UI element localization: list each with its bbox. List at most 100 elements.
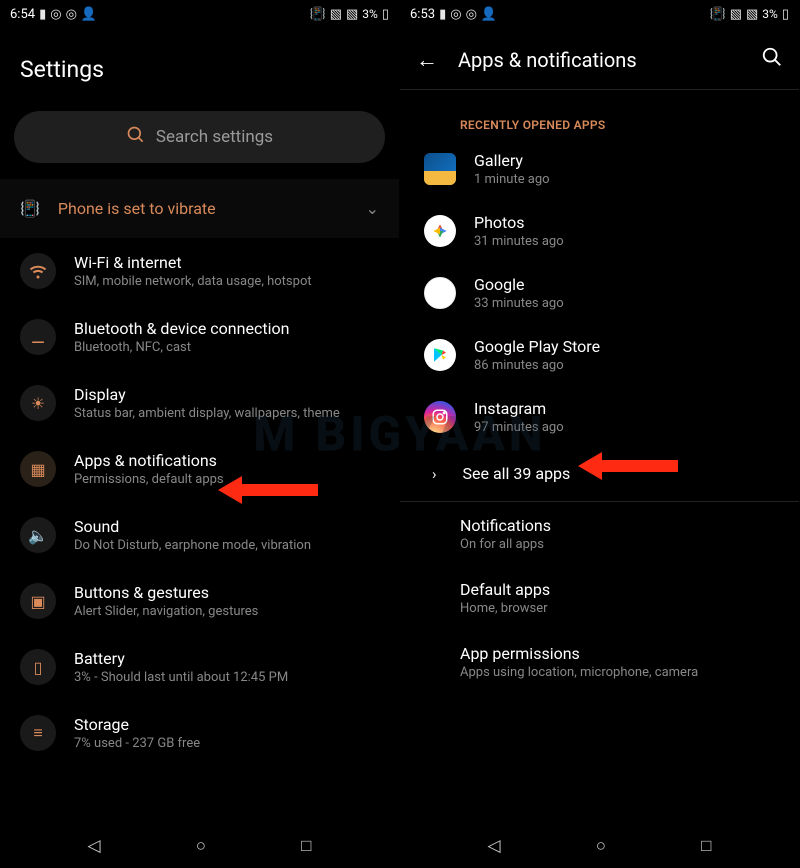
- item-sub: 3% - Should last until about 12:45 PM: [74, 670, 288, 685]
- person-icon: 👤: [81, 7, 97, 22]
- nav-recent-icon[interactable]: □: [701, 836, 711, 856]
- item-title: Apps & notifications: [74, 451, 224, 470]
- app-sub: 33 minutes ago: [474, 296, 564, 311]
- chevron-down-icon: ⌄: [366, 199, 379, 218]
- apps-icon: ▦: [20, 451, 56, 487]
- app-name: Instagram: [474, 399, 564, 418]
- vibrate-banner[interactable]: 📳 Phone is set to vibrate ⌄: [0, 179, 399, 238]
- item-sub: Bluetooth, NFC, cast: [74, 340, 289, 355]
- item-sub: Permissions, default apps: [74, 472, 224, 487]
- instagram-notif-icon: ◎: [66, 7, 77, 22]
- app-row-instagram[interactable]: Instagram 97 minutes ago: [400, 386, 799, 448]
- nav-home-icon[interactable]: ○: [196, 836, 206, 856]
- nav-bar: ◁ ○ □: [0, 824, 399, 868]
- item-title: Display: [74, 385, 340, 404]
- clock-time: 6:53: [410, 7, 435, 22]
- app-row-playstore[interactable]: Google Play Store86 minutes ago: [400, 324, 799, 386]
- sound-icon: 🔈: [20, 517, 56, 553]
- settings-item-wifi[interactable]: Wi-Fi & internet SIM, mobile network, dat…: [0, 238, 399, 304]
- banner-text: Phone is set to vibrate: [58, 199, 216, 218]
- settings-item-apps[interactable]: ▦ Apps & notifications Permissions, defau…: [0, 436, 399, 502]
- settings-list: Wi-Fi & internet SIM, mobile network, dat…: [0, 238, 399, 824]
- page-title: Settings: [0, 28, 399, 103]
- status-bar: 6:53 ▮ ◎ ◎ 👤 📳 ▧ ▧ 3% ▯: [400, 0, 799, 28]
- no-sim-icon: ▧: [346, 7, 358, 22]
- instagram-notif-icon: ◎: [466, 7, 477, 22]
- settings-screen: 6:54 ▮ ◎ ◎ 👤 📳 ▧ ▧ 3% ▯ Settings Search …: [0, 0, 400, 868]
- gallery-app-icon: [424, 153, 456, 185]
- wifi-icon: [20, 253, 56, 289]
- item-sub: Do Not Disturb, earphone mode, vibration: [74, 538, 311, 553]
- settings-item-storage[interactable]: ≡ Storage 7% used - 237 GB free: [0, 700, 399, 766]
- photos-app-icon: [424, 215, 456, 247]
- battery-percent: 3%: [762, 7, 778, 21]
- appbar-title: Apps & notifications: [458, 48, 741, 72]
- option-title: App permissions: [460, 644, 779, 663]
- search-input[interactable]: Search settings: [14, 111, 385, 163]
- item-title: Wi-Fi & internet: [74, 253, 312, 272]
- option-sub: Apps using location, microphone, camera: [460, 665, 779, 680]
- nav-back-icon[interactable]: ◁: [488, 836, 501, 856]
- item-sub: 7% used - 237 GB free: [74, 736, 200, 751]
- app-sub: 97 minutes ago: [474, 420, 564, 435]
- nav-home-icon[interactable]: ○: [596, 836, 606, 856]
- option-default-apps[interactable]: Default apps Home, browser: [400, 566, 799, 630]
- settings-item-bluetooth[interactable]: ⚊ Bluetooth & device connection Bluetooth…: [0, 304, 399, 370]
- option-app-permissions[interactable]: App permissions Apps using location, mic…: [400, 630, 799, 694]
- search-button[interactable]: [761, 46, 783, 73]
- battery-saver-icon: ▮: [439, 7, 446, 22]
- nav-bar: ◁ ○ □: [400, 824, 799, 868]
- app-row-photos[interactable]: Photos31 minutes ago: [400, 200, 799, 262]
- settings-item-display[interactable]: ☀ Display Status bar, ambient display, wa…: [0, 370, 399, 436]
- app-bar: ← Apps & notifications: [400, 28, 799, 90]
- app-sub: 31 minutes ago: [474, 234, 564, 249]
- battery-percent: 3%: [362, 7, 378, 21]
- no-sim-icon: ▧: [730, 7, 742, 22]
- vibrate-icon: 📳: [710, 7, 726, 22]
- settings-item-sound[interactable]: 🔈 Sound Do Not Disturb, earphone mode, vi…: [0, 502, 399, 568]
- item-title: Battery: [74, 649, 288, 668]
- app-row-google[interactable]: G Google33 minutes ago: [400, 262, 799, 324]
- settings-item-gestures[interactable]: ▣ Buttons & gesturesAlert Slider, naviga…: [0, 568, 399, 634]
- vibrate-icon: 📳: [20, 199, 40, 218]
- battery-icon: ▯: [382, 7, 389, 22]
- instagram-notif-icon: ◎: [450, 7, 461, 22]
- search-icon: [126, 125, 146, 150]
- annotation-arrow: [578, 448, 678, 484]
- display-icon: ☀: [20, 385, 56, 421]
- app-row-gallery[interactable]: Gallery 1 minute ago: [400, 138, 799, 200]
- nav-back-icon[interactable]: ◁: [88, 836, 101, 856]
- option-notifications[interactable]: Notifications On for all apps: [400, 502, 799, 566]
- playstore-app-icon: [424, 339, 456, 371]
- clock-time: 6:54: [10, 7, 35, 22]
- item-title: Sound: [74, 517, 311, 536]
- item-sub: Alert Slider, navigation, gestures: [74, 604, 258, 619]
- app-name: Gallery: [474, 151, 550, 170]
- instagram-app-icon: [424, 401, 456, 433]
- no-sim-icon: ▧: [746, 7, 758, 22]
- no-sim-icon: ▧: [330, 7, 342, 22]
- vibrate-icon: 📳: [310, 7, 326, 22]
- nav-recent-icon[interactable]: □: [301, 836, 311, 856]
- section-label: RECENTLY OPENED APPS: [400, 90, 799, 138]
- google-app-icon: G: [424, 277, 456, 309]
- gestures-icon: ▣: [20, 583, 56, 619]
- storage-icon: ≡: [20, 715, 56, 751]
- bluetooth-icon: ⚊: [20, 319, 56, 355]
- settings-item-battery[interactable]: ▯ Battery 3% - Should last until about 12…: [0, 634, 399, 700]
- option-sub: Home, browser: [460, 601, 779, 616]
- back-button[interactable]: ←: [416, 47, 438, 73]
- item-title: Storage: [74, 715, 200, 734]
- item-sub: SIM, mobile network, data usage, hotspot: [74, 274, 312, 289]
- person-icon: 👤: [481, 7, 497, 22]
- app-name: Google Play Store: [474, 337, 600, 356]
- battery-icon: ▯: [782, 7, 789, 22]
- see-all-label: See all 39 apps: [463, 464, 571, 483]
- item-sub: Status bar, ambient display, wallpapers,…: [74, 406, 340, 421]
- app-sub: 1 minute ago: [474, 172, 550, 187]
- option-title: Notifications: [460, 516, 779, 535]
- item-title: Bluetooth & device connection: [74, 319, 289, 338]
- battery-icon: ▯: [20, 649, 56, 685]
- status-bar: 6:54 ▮ ◎ ◎ 👤 📳 ▧ ▧ 3% ▯: [0, 0, 399, 28]
- chevron-right-icon: ›: [432, 465, 437, 483]
